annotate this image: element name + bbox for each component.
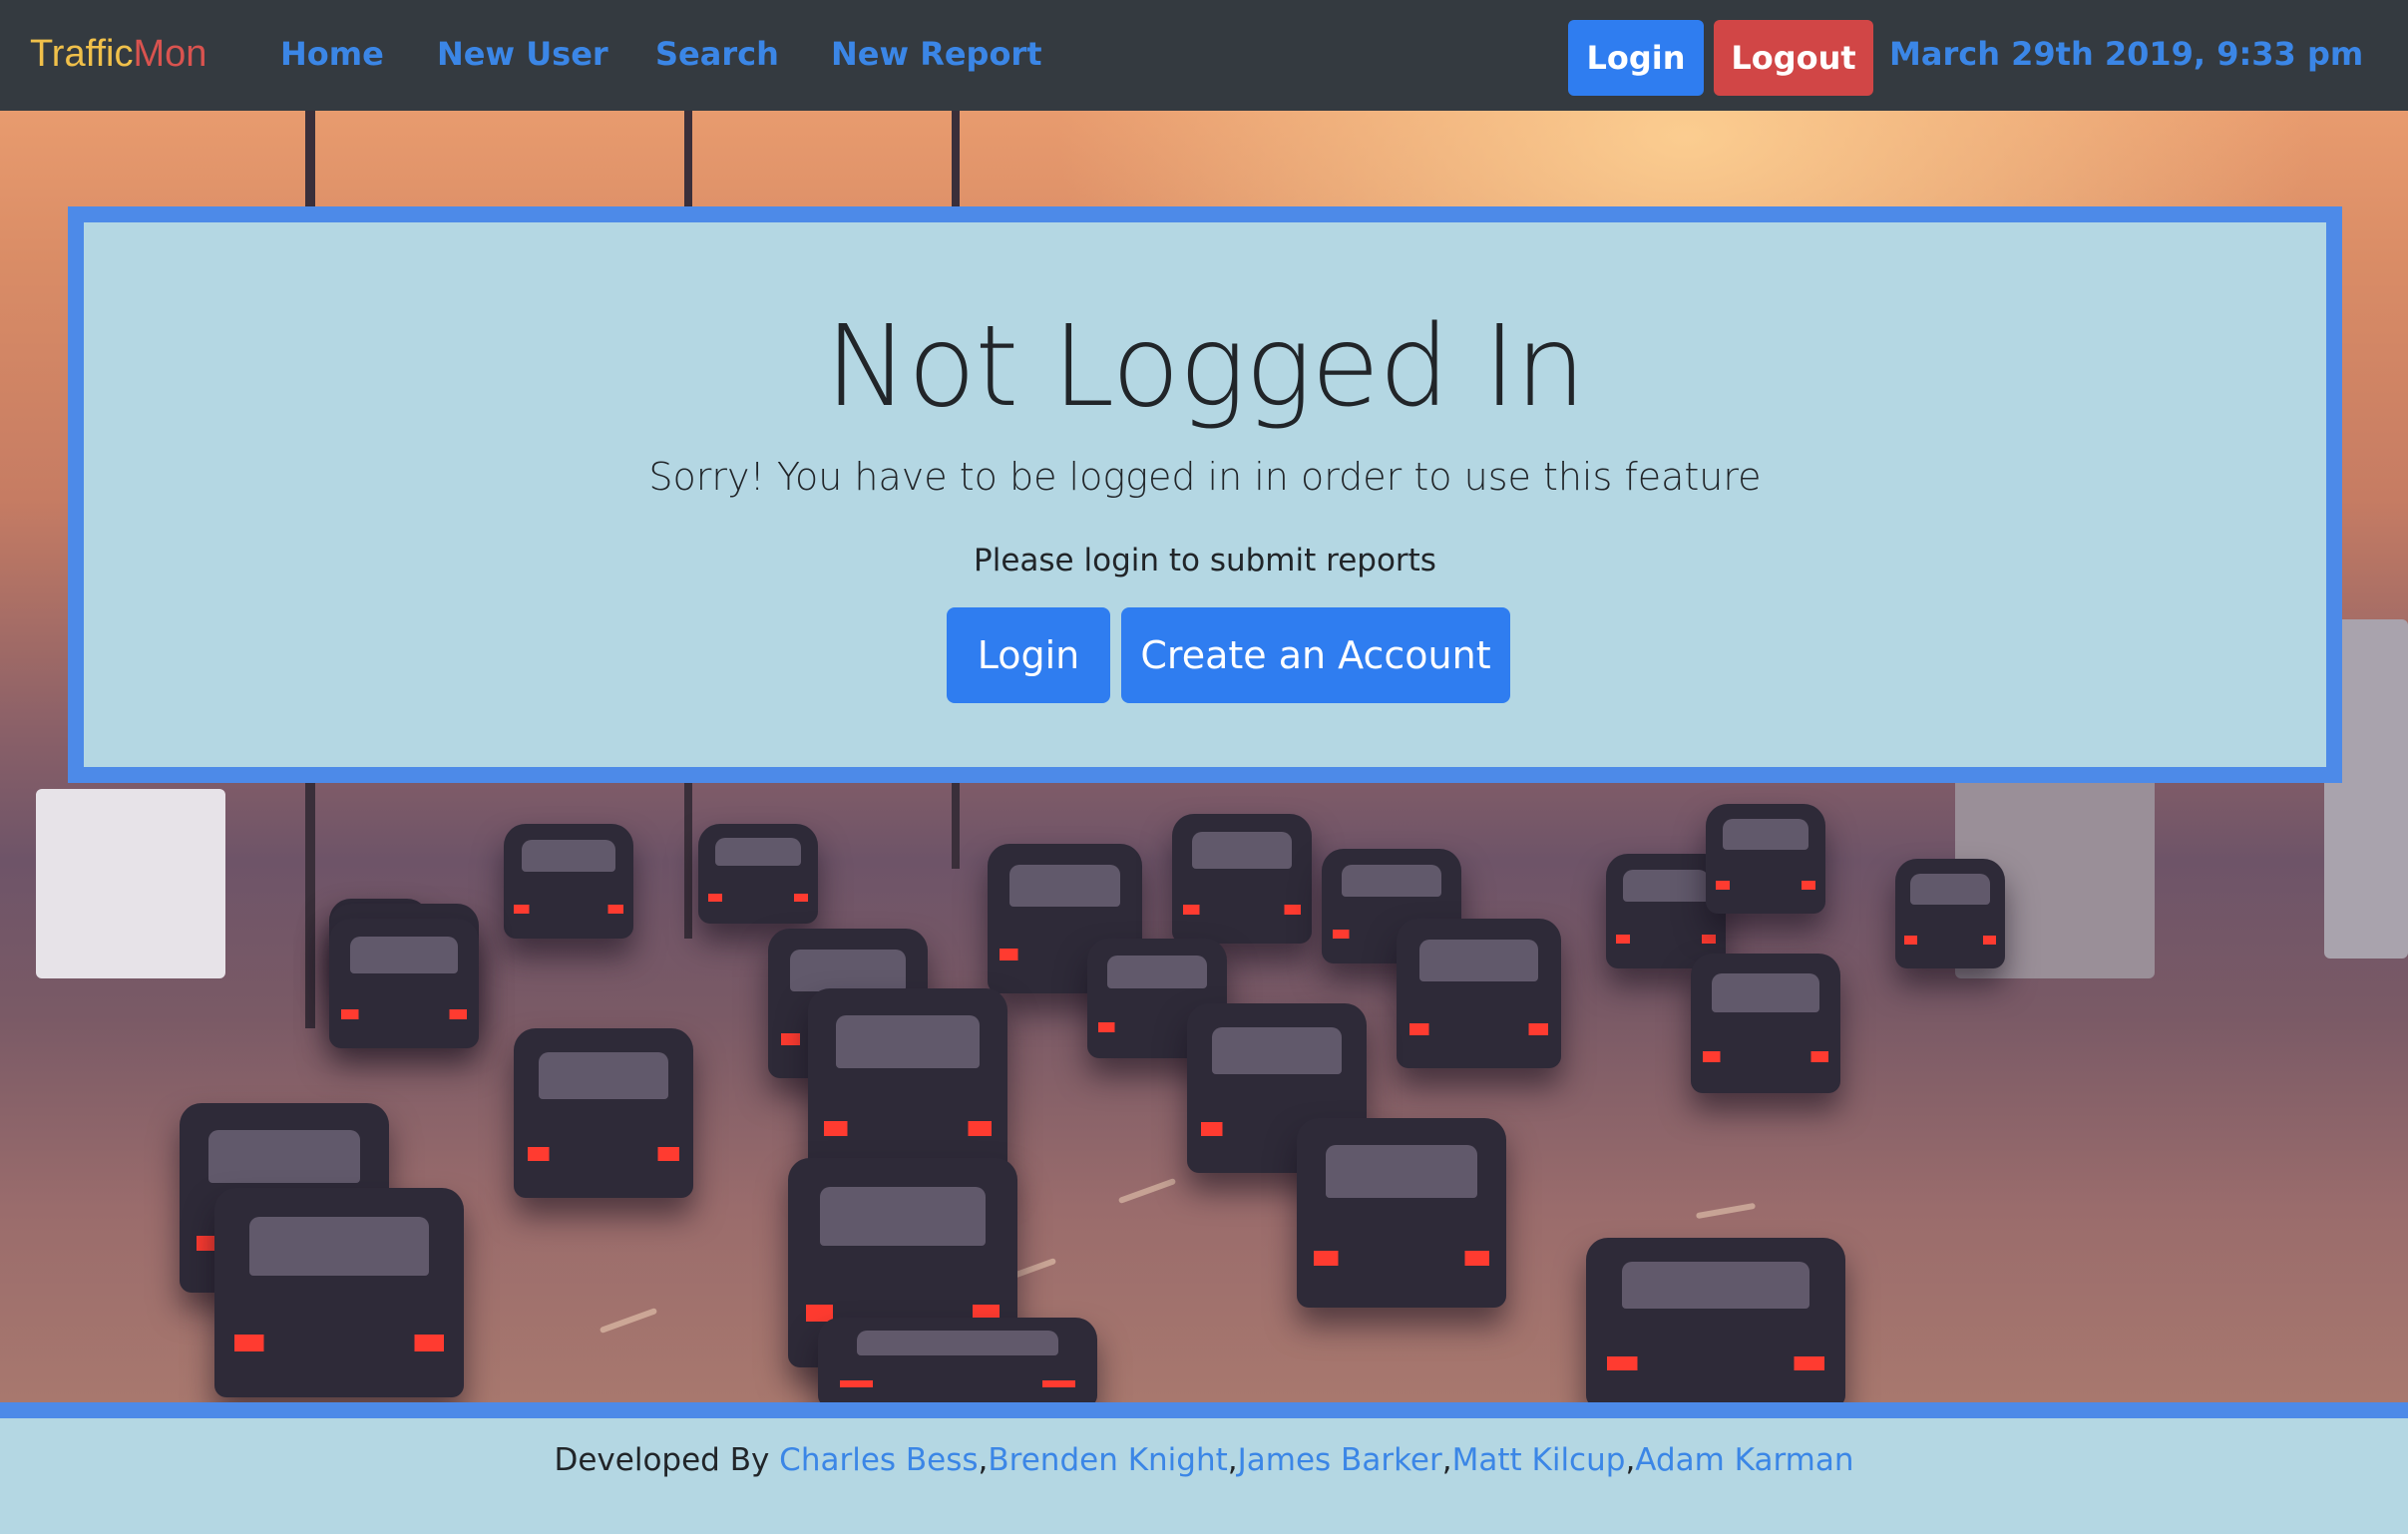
separator: , [978, 1442, 989, 1478]
developer-link-matt-kilcup[interactable]: Matt Kilcup [1452, 1442, 1626, 1478]
separator: , [1625, 1442, 1636, 1478]
car [1172, 814, 1312, 944]
car [1397, 919, 1561, 1068]
car [808, 988, 1007, 1178]
developer-link-charles-bess[interactable]: Charles Bess [779, 1442, 978, 1478]
developer-link-brenden-knight[interactable]: Brenden Knight [988, 1442, 1227, 1478]
navbar-logout-button[interactable]: Logout [1714, 20, 1873, 96]
footer-prefix: Developed By [554, 1442, 780, 1478]
brand-mon: Mon [133, 33, 207, 75]
not-logged-in-panel: Not Logged In Sorry! You have to be logg… [68, 206, 2342, 783]
nav-home[interactable]: Home [280, 30, 384, 78]
separator: , [1227, 1442, 1238, 1478]
car [214, 1188, 464, 1397]
login-prompt-text: Please login to submit reports [974, 543, 1436, 578]
developer-link-adam-karman[interactable]: Adam Karman [1635, 1442, 1853, 1478]
car [698, 824, 818, 924]
car [504, 824, 633, 939]
brand-traffic: Traffic [30, 33, 134, 75]
nav-new-user[interactable]: New User [437, 30, 608, 78]
lane-marking [1695, 1202, 1757, 1220]
separator: , [1441, 1442, 1452, 1478]
nav-search[interactable]: Search [655, 30, 779, 78]
brand-logo[interactable]: TrafficMon [30, 30, 206, 78]
car [1297, 1118, 1506, 1308]
lane-marking [599, 1307, 658, 1335]
nav-new-report[interactable]: New Report [831, 30, 1042, 78]
footer-credits: Developed By Charles Bess,Brenden Knight… [0, 1438, 2408, 1482]
car [1586, 1238, 1845, 1402]
car [818, 1318, 1097, 1402]
footer-border [0, 1402, 2408, 1418]
car [1691, 954, 1840, 1093]
page-title: Not Logged In [825, 302, 1586, 432]
car [1706, 804, 1825, 914]
car [1895, 859, 2005, 968]
lane-marking [1117, 1177, 1177, 1205]
developer-link-james-barker[interactable]: James Barker [1238, 1442, 1442, 1478]
car [329, 919, 479, 1048]
lead-text: Sorry! You have to be logged in in order… [648, 455, 1762, 499]
truck [36, 789, 225, 978]
footer: Developed By Charles Bess,Brenden Knight… [0, 1418, 2408, 1534]
car [514, 1028, 693, 1198]
current-datetime: March 29th 2019, 9:33 pm [1889, 35, 2364, 73]
navbar: TrafficMon Home New User Search New Repo… [0, 0, 2408, 111]
login-button[interactable]: Login [947, 607, 1110, 703]
create-account-button[interactable]: Create an Account [1121, 607, 1510, 703]
navbar-login-button[interactable]: Login [1568, 20, 1704, 96]
